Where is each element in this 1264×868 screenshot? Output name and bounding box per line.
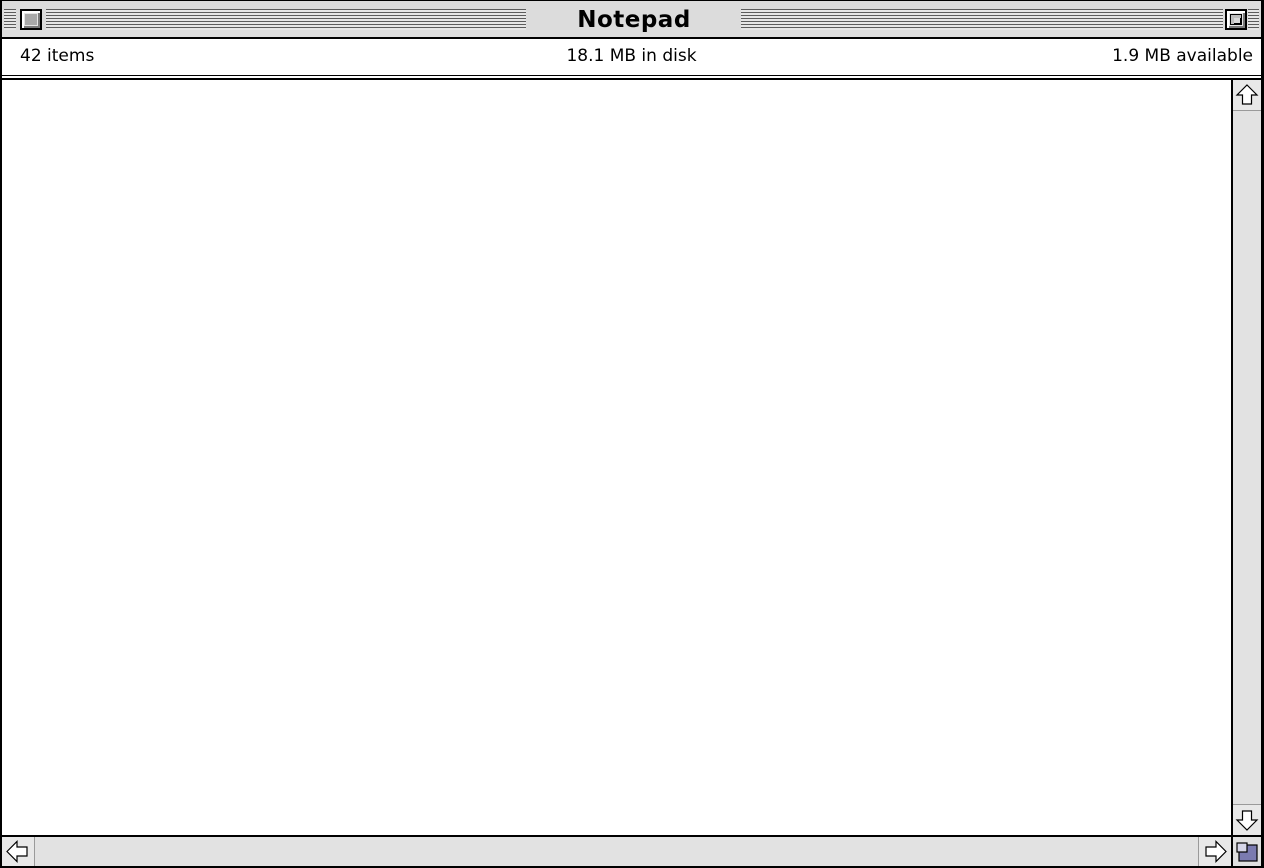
close-box-fill [25,14,37,25]
vertical-scroll-track[interactable] [1233,110,1261,805]
info-header: 18.1 MB in disk 42 items 1.9 MB availabl… [2,39,1261,75]
disk-usage-text: 18.1 MB in disk [566,46,697,66]
window-content-area[interactable] [2,80,1231,835]
finder-window: Notepad 18.1 MB in disk 42 items 1.9 MB … [0,0,1264,868]
title-bar-stripes [4,9,16,30]
item-count-text: 42 items [20,46,95,66]
title-bar-stripes [1248,9,1259,30]
zoom-box-outer [1230,14,1242,25]
scroll-up-button[interactable] [1233,80,1261,110]
resize-handle-icon [1236,842,1258,862]
horizontal-scrollbar[interactable] [2,835,1231,866]
window-title: Notepad [577,7,691,33]
title-bar-stripes [46,9,526,30]
arrow-up-icon [1235,84,1259,105]
scroll-left-button[interactable] [2,837,34,866]
horizontal-scroll-track[interactable] [34,837,1199,866]
vertical-scrollbar[interactable] [1231,80,1261,835]
grow-box-icon[interactable] [1231,835,1261,866]
scroll-right-button[interactable] [1199,837,1231,866]
zoom-box-icon[interactable] [1225,9,1247,30]
arrow-right-icon [1205,840,1227,863]
title-bar-stripes [741,9,1223,30]
title-bar[interactable]: Notepad [2,1,1261,39]
zoom-box-inner [1234,18,1241,24]
close-box-icon[interactable] [20,9,42,30]
available-space-text: 1.9 MB available [1112,46,1253,66]
arrow-left-icon [6,840,28,863]
scroll-down-button[interactable] [1233,805,1261,835]
arrow-down-icon [1235,810,1259,831]
